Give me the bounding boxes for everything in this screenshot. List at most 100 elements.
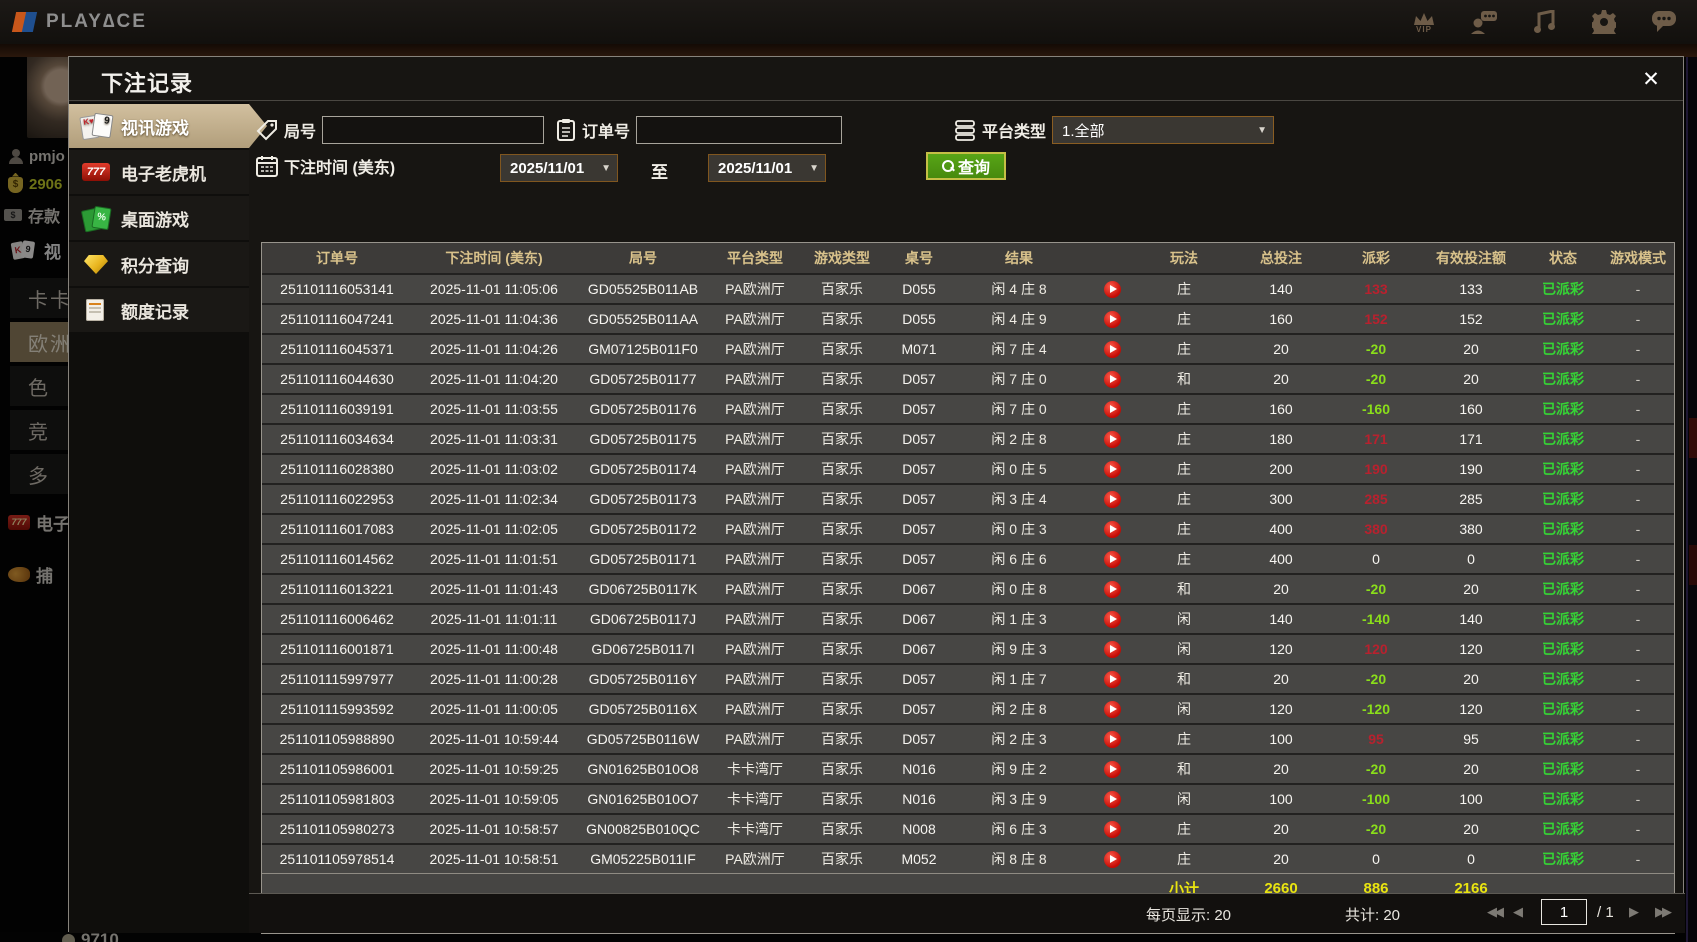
play-button[interactable] [1103,340,1121,358]
cell-table-number: D057 [902,371,936,387]
cell-total-bet: 20 [1273,821,1289,837]
cell-bet-time: 2025-11-01 11:05:06 [430,281,558,297]
cell-total-bet: 180 [1269,431,1293,447]
crown-icon [1414,12,1434,25]
vip-button[interactable]: VIP [1407,7,1441,37]
chat-button[interactable] [1647,7,1681,37]
date-from-group: 2025/11/01 ▼ [500,154,618,182]
cell-bet-time: 2025-11-01 11:03:31 [430,431,558,447]
cell-round-id: GD05525B011AB [587,281,699,297]
cell-bet-time: 2025-11-01 11:01:43 [430,581,558,597]
play-button[interactable] [1103,820,1121,838]
round-filter-label: 局号 [284,124,317,141]
last-page-button[interactable]: ▶▶ [1655,904,1672,920]
cell-bet-time: 2025-11-01 11:04:26 [430,341,558,357]
column-header: 游戏类型 [814,250,870,266]
cell-game-type: 百家乐 [821,611,863,627]
brand-logo[interactable]: PLAY∆CE [0,10,147,34]
cell-status: 已派彩 [1542,851,1584,867]
cell-table-number: N016 [902,791,936,807]
table-row: 251101105988890 2025-11-01 10:59:44 GD05… [262,723,1674,753]
cell-status: 已派彩 [1542,521,1584,537]
play-button[interactable] [1103,310,1121,328]
order-input[interactable] [636,116,843,144]
music-button[interactable] [1527,7,1561,37]
date-to-select[interactable]: 2025/11/01 ▼ [708,154,826,182]
slot-icon [81,159,111,185]
cell-valid-bet: 140 [1459,611,1483,627]
cell-bet-type: 闲 [1177,611,1191,627]
platform-select[interactable]: 1.全部 ▼ [1052,116,1275,144]
cell-platform: PA欧洲厅 [725,641,785,657]
cell-order-number: 251101115993592 [280,701,394,717]
play-button[interactable] [1103,730,1121,748]
play-button[interactable] [1103,430,1121,448]
cell-bet-type: 庄 [1177,431,1191,447]
column-header: 总投注 [1260,250,1302,266]
cell-table-number: D057 [902,431,936,447]
cell-total-bet: 100 [1269,791,1293,807]
previous-page-button[interactable]: ◀ [1513,904,1523,920]
play-button[interactable] [1103,370,1121,388]
cell-total-bet: 120 [1269,701,1293,717]
date-from-select[interactable]: 2025/11/01 ▼ [500,154,618,182]
cell-bet-time: 2025-11-01 10:59:25 [429,761,559,777]
first-page-button[interactable]: ◀◀ [1487,904,1504,920]
settings-button[interactable] [1587,7,1621,37]
live-support-button[interactable] [1467,7,1501,37]
play-button[interactable] [1103,760,1121,778]
sidebar-tab[interactable]: 电子老虎机 [69,150,249,194]
close-icon[interactable]: ✕ [1637,65,1665,93]
cell-bet-type: 和 [1177,761,1191,777]
play-button[interactable] [1103,790,1121,808]
chevron-down-icon: ▼ [809,162,819,174]
cell-total-bet: 20 [1273,341,1289,357]
play-button[interactable] [1103,490,1121,508]
cell-game-type: 百家乐 [821,671,863,687]
total-count-label: 共计: 20 [1345,907,1401,924]
cell-platform: PA欧洲厅 [725,431,785,447]
sidebar-tab[interactable]: 桌面游戏 [69,196,249,240]
play-button[interactable] [1103,520,1121,538]
cell-order-number: 251101116045371 [280,341,394,357]
cell-platform: 卡卡湾厅 [727,821,783,837]
play-button[interactable] [1103,580,1121,598]
cell-bet-type: 庄 [1177,551,1191,567]
play-button[interactable] [1103,850,1121,868]
column-header: 平台类型 [727,250,783,266]
search-button[interactable]: 查询 [926,152,1006,180]
cell-result: 闲 2 庄 8 [991,701,1047,717]
cell-round-id: GM05225B011IF [590,851,696,867]
order-filter: 订单号 [556,116,843,144]
play-button[interactable] [1103,640,1121,658]
cell-result: 闲 6 庄 6 [991,551,1047,567]
cell-status: 已派彩 [1542,731,1584,747]
cell-total-bet: 160 [1269,401,1293,417]
cell-platform: PA欧洲厅 [725,671,785,687]
play-button[interactable] [1103,670,1121,688]
page-number-input[interactable] [1541,899,1587,925]
cell-bet-time: 2025-11-01 10:59:44 [429,731,559,747]
sidebar-tab[interactable]: 额度记录 [69,288,249,332]
cell-bet-type: 庄 [1177,281,1191,297]
play-button[interactable] [1103,400,1121,418]
cell-payout: -100 [1361,791,1391,807]
cell-result: 闲 1 庄 7 [991,671,1047,687]
play-button[interactable] [1103,280,1121,298]
round-input[interactable] [322,116,545,144]
cell-table-number: D057 [902,551,936,567]
cell-bet-type: 庄 [1177,491,1191,507]
next-page-button[interactable]: ▶ [1629,904,1639,920]
play-button[interactable] [1103,460,1121,478]
cell-replay [1084,370,1140,388]
play-button[interactable] [1103,550,1121,568]
cell-table-number: D067 [902,581,936,597]
cell-platform: PA欧洲厅 [725,851,785,867]
play-button[interactable] [1103,700,1121,718]
sidebar-tab[interactable]: 积分查询 [69,242,249,286]
cell-table-number: D057 [902,491,936,507]
play-button[interactable] [1103,610,1121,628]
sidebar-tab[interactable]: 视讯游戏 [69,104,267,148]
cell-round-id: GD05725B01174 [589,461,697,477]
cell-round-id: GN00825B010QC [586,821,700,837]
